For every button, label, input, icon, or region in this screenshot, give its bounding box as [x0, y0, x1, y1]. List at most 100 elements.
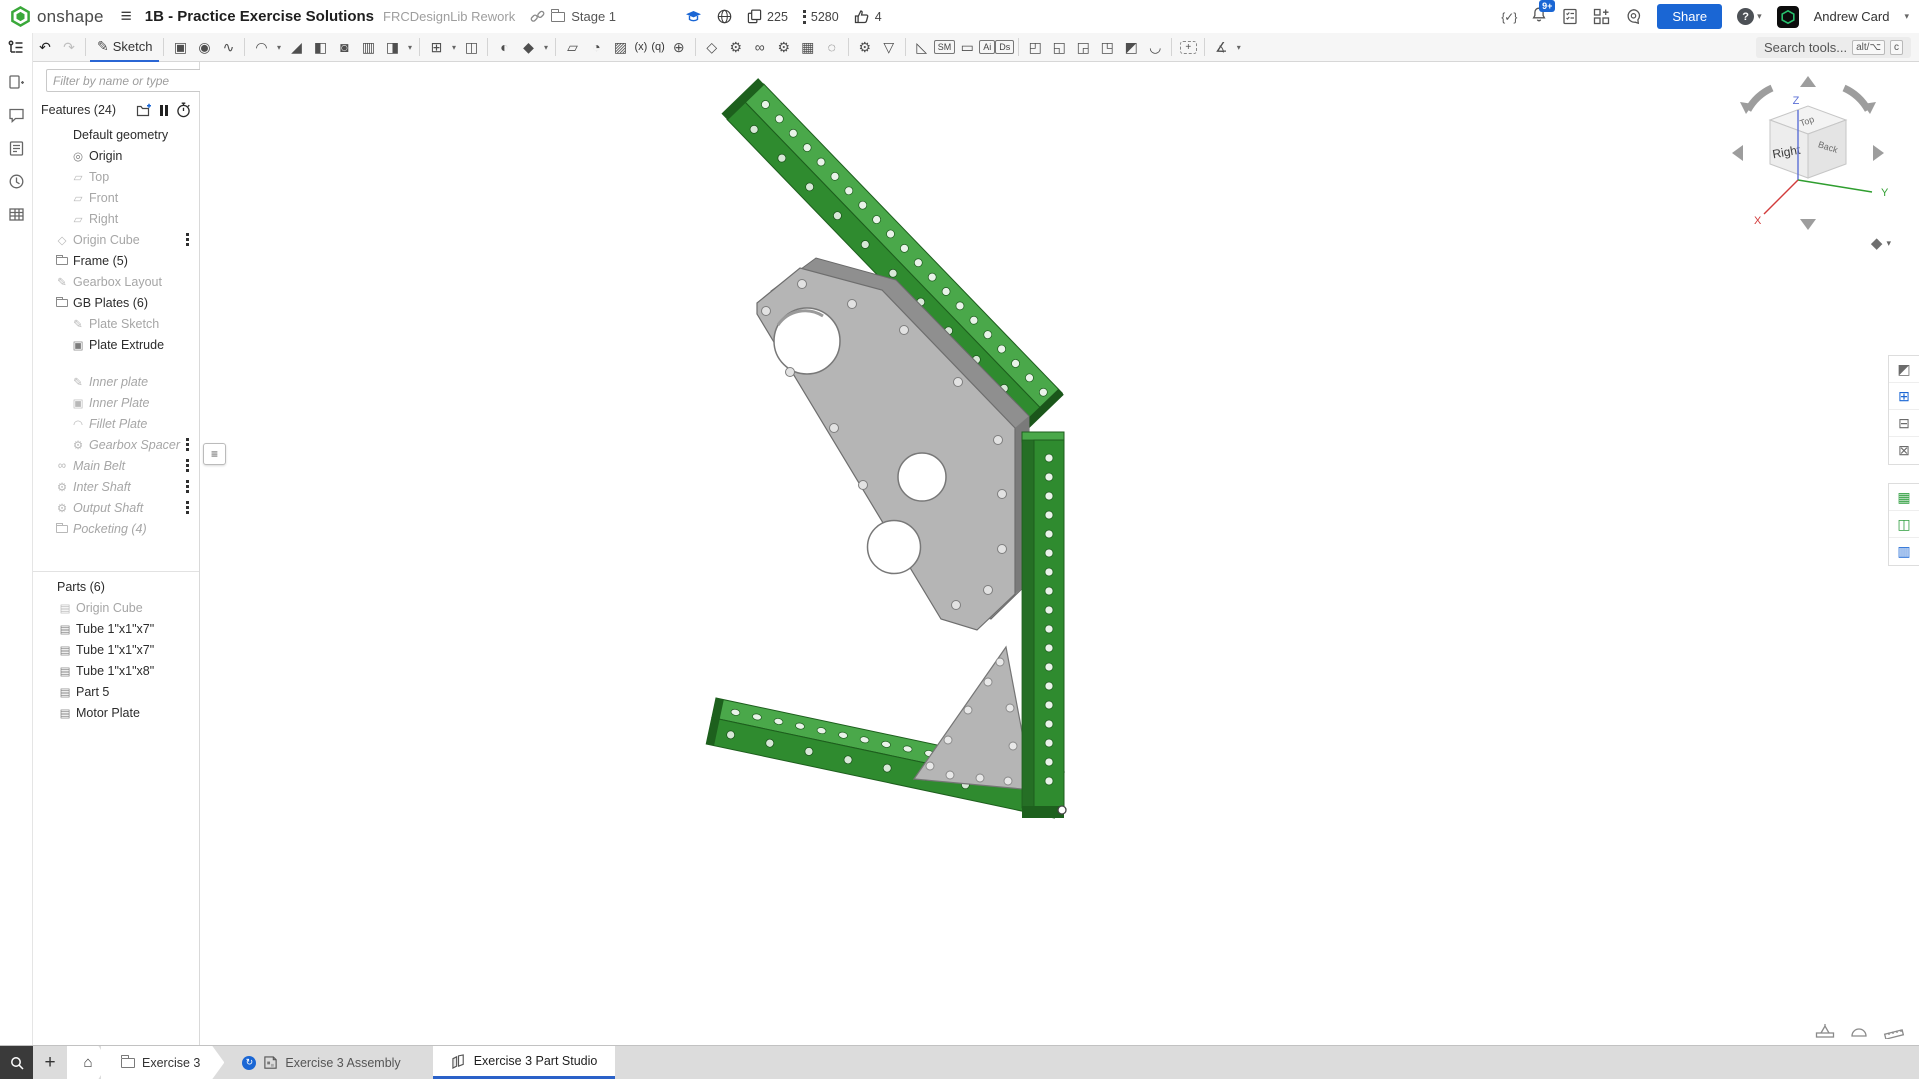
linear-pattern-icon[interactable]: ⊞ — [424, 35, 448, 59]
configurations-icon[interactable] — [8, 74, 25, 91]
filter-icon[interactable]: ▽ — [877, 35, 901, 59]
tool-icon-6[interactable]: ◡ — [1143, 35, 1167, 59]
featurescript-icon[interactable]: ⚙ — [724, 35, 748, 59]
part-list-item[interactable]: Tube 1"x1"x7" — [33, 639, 199, 660]
helix-icon[interactable]: ◔ — [584, 35, 608, 59]
feature-tree-item[interactable]: Default geometry — [33, 124, 199, 145]
suspend-rebuild-button[interactable] — [160, 105, 169, 116]
feature-tree-item[interactable]: Origin Cube — [33, 229, 199, 250]
share-button[interactable]: Share — [1657, 4, 1722, 29]
avatar[interactable] — [1777, 6, 1799, 28]
model-canvas[interactable]: ≡ Top Right Back — [200, 62, 1919, 1045]
visor-icon[interactable] — [1849, 1023, 1869, 1039]
lookup-table-icon[interactable]: (q) — [649, 35, 666, 59]
hamburger-menu-icon[interactable]: ≡ — [121, 6, 132, 28]
mirror-icon[interactable]: ◫ — [459, 35, 483, 59]
belt-icon[interactable]: ∞ — [748, 35, 772, 59]
feature-tree-item[interactable]: Inter Shaft — [33, 476, 199, 497]
tables-icon[interactable] — [8, 206, 25, 223]
primitive-icon[interactable]: ◇ — [700, 35, 724, 59]
user-name[interactable]: Andrew Card — [1814, 9, 1890, 24]
feature-tree-item[interactable]: Plate Extrude — [33, 334, 199, 355]
new-folder-icon[interactable] — [136, 103, 152, 117]
app-panel-button-1[interactable]: ▦ — [1889, 484, 1919, 511]
sheet-metal-icon[interactable]: SM — [934, 35, 956, 59]
tasks-icon[interactable] — [1562, 8, 1578, 25]
undo-icon[interactable]: ↶ — [33, 35, 57, 59]
onshape-logo[interactable]: onshape — [10, 6, 104, 27]
app-panel-button-3[interactable]: ▥ — [1889, 538, 1919, 565]
tab-exercise-3-assembly[interactable]: ↻ Exercise 3 Assembly — [224, 1046, 418, 1079]
part-list-item[interactable]: Tube 1"x1"x8" — [33, 660, 199, 681]
slot-icon[interactable]: ◌ — [820, 35, 844, 59]
redo-icon[interactable]: ↷ — [57, 35, 81, 59]
tool-icon-1[interactable]: ◰ — [1023, 35, 1047, 59]
shell-icon[interactable]: ◧ — [308, 35, 332, 59]
table-functions-button[interactable]: ⊠ — [1889, 437, 1919, 464]
feature-tree-item[interactable]: Gearbox Layout — [33, 271, 199, 292]
feature-tree-item[interactable]: Output Shaft — [33, 497, 199, 518]
vertical-tube[interactable] — [1022, 432, 1064, 818]
instance-dots-icon[interactable] — [186, 233, 189, 246]
appearance-panel-button[interactable]: ◩ — [1889, 356, 1919, 383]
part-list-item[interactable]: Motor Plate — [33, 702, 199, 723]
feature-tree-item[interactable] — [33, 355, 199, 371]
feature-tree-item[interactable]: Front — [33, 187, 199, 208]
gear-icon[interactable]: ⚙ — [853, 35, 877, 59]
ruler-icon[interactable] — [1883, 1023, 1905, 1039]
chevron-down-icon[interactable]: ▾ — [273, 35, 284, 59]
3d-model[interactable] — [200, 62, 1919, 1045]
feature-tree-item[interactable]: Top — [33, 166, 199, 187]
variable-icon[interactable]: (x) — [632, 35, 649, 59]
learning-center-stat[interactable] — [685, 10, 702, 24]
instance-dots-icon[interactable] — [186, 459, 189, 472]
tab-exercise-3-part-studio[interactable]: Exercise 3 Part Studio — [433, 1046, 616, 1079]
feature-tree-item[interactable]: Inner plate — [33, 371, 199, 392]
instance-dots-icon[interactable] — [186, 480, 189, 493]
app-panel-button-2[interactable]: ◫ — [1889, 511, 1919, 538]
feature-tree-item[interactable]: GB Plates (6) — [33, 292, 199, 313]
document-location[interactable]: Stage 1 — [530, 9, 616, 24]
rib-icon[interactable]: ▥ — [356, 35, 380, 59]
filter-input[interactable] — [46, 69, 217, 92]
tool-icon-2[interactable]: ◱ — [1047, 35, 1071, 59]
feature-tree-item[interactable]: Frame (5) — [33, 250, 199, 271]
sheet-icon[interactable]: ▭ — [955, 35, 979, 59]
document-title[interactable]: 1B - Practice Exercise Solutions — [145, 8, 374, 25]
flange-icon[interactable]: ◺ — [910, 35, 934, 59]
part-list-item[interactable]: Tube 1"x1"x7" — [33, 618, 199, 639]
plane-icon[interactable]: ▱ — [560, 35, 584, 59]
stopwatch-icon[interactable] — [176, 102, 191, 118]
revolve-icon[interactable]: ◉ — [192, 35, 216, 59]
frame-icon[interactable]: ▦ — [796, 35, 820, 59]
feature-tree-item[interactable]: Origin — [33, 145, 199, 166]
properties-icon[interactable] — [8, 140, 25, 157]
chevron-down-icon[interactable]: ▾ — [1904, 11, 1909, 22]
origin-marker[interactable] — [1058, 806, 1066, 814]
ai-icon[interactable]: Ai — [979, 35, 995, 59]
view-mode-button[interactable]: ◆ ▾ — [1871, 234, 1891, 252]
gusset-plate[interactable] — [914, 647, 1033, 790]
rollback-scrubber-button[interactable]: ≡ — [203, 443, 226, 465]
chevron-down-icon[interactable]: ▾ — [448, 35, 459, 59]
part-list-item[interactable]: Part 5 — [33, 681, 199, 702]
public-stat[interactable] — [717, 9, 732, 24]
part-list-item[interactable]: Origin Cube — [33, 597, 199, 618]
feature-tree-item[interactable]: Right — [33, 208, 199, 229]
boolean-icon[interactable]: ◐ — [492, 35, 516, 59]
tool-icon-3[interactable]: ◲ — [1071, 35, 1095, 59]
chevron-down-icon[interactable]: ▾ — [1233, 35, 1244, 59]
transform-icon[interactable]: ▨ — [608, 35, 632, 59]
hole-icon[interactable]: ◙ — [332, 35, 356, 59]
find-in-document-button[interactable] — [0, 1046, 33, 1079]
chevron-down-icon[interactable]: ▾ — [540, 35, 551, 59]
learning-assistant-icon[interactable] — [1625, 8, 1642, 25]
table-updates-button[interactable]: ⊟ — [1889, 410, 1919, 437]
feature-tree-item[interactable]: Main Belt — [33, 455, 199, 476]
print-bed-icon[interactable] — [1815, 1023, 1835, 1039]
help-menu[interactable]: ? ▾ — [1737, 8, 1762, 25]
mate-connector-icon[interactable]: ⊕ — [667, 35, 691, 59]
tool-icon-5[interactable]: ◩ — [1119, 35, 1143, 59]
custom-feature-icon[interactable]: ⚙ — [772, 35, 796, 59]
feature-tree-item[interactable]: Gearbox Spacer — [33, 434, 199, 455]
